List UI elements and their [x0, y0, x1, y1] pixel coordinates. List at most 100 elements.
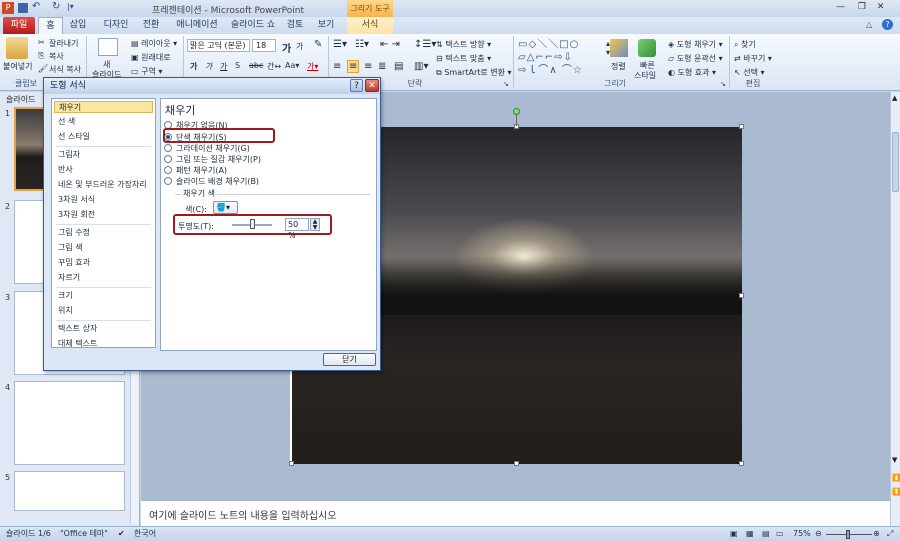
- previous-slide-icon[interactable]: ⏫: [892, 474, 900, 482]
- columns-icon[interactable]: ▥▾: [414, 61, 428, 72]
- format-painter-button[interactable]: 서식 복사: [49, 64, 81, 75]
- category-alt-text[interactable]: 대체 텍스트: [54, 338, 153, 349]
- theme-name[interactable]: "Office 테마": [60, 527, 108, 541]
- customize-qat-icon[interactable]: |▾: [67, 2, 74, 11]
- tab-review[interactable]: 검토: [283, 17, 307, 34]
- bold-button[interactable]: 가: [190, 61, 197, 72]
- underline-button[interactable]: 가: [220, 61, 227, 72]
- shadow-button[interactable]: S: [235, 61, 240, 70]
- format-painter-icon[interactable]: 🖌: [38, 64, 48, 73]
- italic-button[interactable]: 가: [205, 61, 212, 72]
- tab-transitions[interactable]: 전환: [139, 17, 163, 34]
- save-icon[interactable]: [18, 3, 28, 13]
- rotation-handle[interactable]: [513, 108, 520, 115]
- justify-icon[interactable]: ≣: [378, 61, 386, 72]
- find-button[interactable]: ⌕ 찾기: [734, 39, 756, 50]
- replace-button[interactable]: ⇄ 바꾸기 ▾: [734, 53, 772, 64]
- dialog-close-icon[interactable]: ✕: [365, 79, 379, 92]
- resize-handle-s[interactable]: [514, 461, 519, 466]
- char-spacing-button[interactable]: 간↔: [267, 61, 281, 72]
- resize-handle-ne[interactable]: [739, 124, 744, 129]
- font-color-button[interactable]: 가▾: [307, 61, 318, 72]
- align-left-icon[interactable]: ≡: [333, 61, 341, 72]
- clear-format-icon[interactable]: ✎: [314, 39, 322, 50]
- resize-handle-se[interactable]: [739, 461, 744, 466]
- window-controls[interactable]: — ❐ ✕: [836, 2, 896, 12]
- grow-font-button[interactable]: 가: [282, 40, 291, 55]
- view-reading-icon[interactable]: ▤: [762, 527, 770, 541]
- scroll-up-icon[interactable]: ▲: [892, 94, 897, 102]
- category-line-color[interactable]: 선 색: [54, 116, 153, 128]
- zoom-slider-thumb[interactable]: [846, 530, 850, 539]
- shrink-font-button[interactable]: 가: [296, 41, 303, 52]
- shape-effects-button[interactable]: ◐ 도형 효과 ▾: [668, 67, 716, 78]
- category-glow-soft-edges[interactable]: 네온 및 부드러운 가장자리: [54, 179, 153, 191]
- category-size[interactable]: 크기: [54, 290, 153, 302]
- dialog-title-bar[interactable]: 도형 서식: [44, 78, 380, 94]
- label-slide-background-fill[interactable]: 슬라이드 배경 채우기(B): [176, 176, 259, 187]
- tab-insert[interactable]: 삽입: [66, 17, 90, 34]
- vertical-scrollbar[interactable]: ▲ ▼ ⏫ ⏬: [890, 92, 900, 526]
- label-picture-fill[interactable]: 그림 또는 질감 채우기(P): [176, 154, 261, 165]
- new-slide-icon[interactable]: [98, 38, 118, 56]
- category-line-style[interactable]: 선 스타일: [54, 131, 153, 143]
- section-button[interactable]: ▭ 구역 ▾: [131, 66, 162, 77]
- category-picture-color[interactable]: 그림 색: [54, 242, 153, 254]
- layout-button[interactable]: ▤ 레이아웃 ▾: [131, 38, 177, 49]
- category-shadow[interactable]: 그림자: [54, 149, 153, 161]
- zoom-out-icon[interactable]: ⊖: [815, 527, 822, 541]
- category-fill[interactable]: 채우기: [54, 101, 153, 113]
- next-slide-icon[interactable]: ⏬: [892, 488, 900, 496]
- line-spacing-icon[interactable]: ↕☰▾: [414, 39, 436, 50]
- radio-pattern-fill[interactable]: [164, 166, 172, 174]
- shapes-gallery[interactable]: ▭◇＼＼□○ ▱△⌐⌐⇨⇩ ⇨ｌ⌒∧ ⌒☆: [518, 38, 604, 78]
- shape-fill-button[interactable]: ◈ 도형 채우기 ▾: [668, 39, 723, 50]
- category-artistic-effects[interactable]: 꾸밈 효과: [54, 257, 153, 269]
- font-name-select[interactable]: 맑은 고딕 (본문): [187, 39, 250, 52]
- arrange-button[interactable]: 정렬: [611, 61, 626, 72]
- scroll-down-icon[interactable]: ▼: [892, 456, 897, 464]
- radio-slide-background-fill[interactable]: [164, 177, 172, 185]
- quick-styles-icon[interactable]: [638, 39, 656, 57]
- fit-slide-icon[interactable]: ⤢: [887, 527, 893, 541]
- reset-button[interactable]: ▣ 원래대로: [131, 52, 171, 63]
- paste-button[interactable]: 붙여넣기: [3, 61, 32, 72]
- strikethrough-button[interactable]: abc: [249, 61, 263, 70]
- label-gradient-fill[interactable]: 그라데이션 채우기(G): [176, 143, 250, 154]
- view-sorter-icon[interactable]: ▦: [746, 527, 754, 541]
- close-window-icon[interactable]: ✕: [877, 2, 885, 12]
- tab-animations[interactable]: 애니메이션: [172, 17, 222, 34]
- tab-slideshow[interactable]: 슬라이드 쇼: [228, 17, 278, 34]
- scrollbar-thumb[interactable]: [892, 132, 899, 192]
- slide-thumbnail-5[interactable]: [14, 471, 125, 511]
- spellcheck-icon[interactable]: ✔: [118, 527, 125, 541]
- text-direction-button[interactable]: ⇅ 텍스트 방향 ▾: [436, 39, 491, 50]
- category-picture-corrections[interactable]: 그림 수정: [54, 227, 153, 239]
- category-reflection[interactable]: 반사: [54, 164, 153, 176]
- slide-thumbnail-4[interactable]: [14, 381, 125, 465]
- notes-pane[interactable]: 여기에 슬라이드 노트의 내용을 입력하십시오: [141, 500, 890, 526]
- drawing-launcher-icon[interactable]: ↘: [720, 80, 726, 88]
- category-3d-rotation[interactable]: 3차원 회전: [54, 209, 153, 221]
- redo-icon[interactable]: ↻: [52, 1, 60, 12]
- label-pattern-fill[interactable]: 패턴 채우기(A): [176, 165, 227, 176]
- view-normal-icon[interactable]: ▣: [730, 527, 738, 541]
- copy-icon[interactable]: ⎘: [38, 51, 44, 61]
- paragraph-launcher-icon[interactable]: ↘: [503, 80, 509, 88]
- numbering-icon[interactable]: ☷▾: [355, 39, 369, 50]
- bullets-icon[interactable]: ☰▾: [333, 39, 347, 50]
- align-center-icon[interactable]: ≡: [347, 60, 360, 73]
- align-text-button[interactable]: ⊟ 텍스트 맞춤 ▾: [436, 53, 491, 64]
- indent-icon[interactable]: ⇤ ⇥: [380, 39, 400, 50]
- font-size-select[interactable]: 18: [252, 39, 276, 52]
- radio-gradient-fill[interactable]: [164, 144, 172, 152]
- category-3d-format[interactable]: 3차원 서식: [54, 194, 153, 206]
- zoom-level[interactable]: 75%: [793, 527, 811, 541]
- tab-view[interactable]: 보기: [314, 17, 338, 34]
- undo-icon[interactable]: ↶: [32, 1, 40, 12]
- close-button[interactable]: 닫기: [323, 353, 376, 366]
- align-right-icon[interactable]: ≡: [364, 61, 372, 72]
- minimize-icon[interactable]: —: [836, 2, 845, 12]
- cut-button[interactable]: 잘라내기: [49, 38, 78, 49]
- select-button[interactable]: ↖ 선택 ▾: [734, 67, 765, 78]
